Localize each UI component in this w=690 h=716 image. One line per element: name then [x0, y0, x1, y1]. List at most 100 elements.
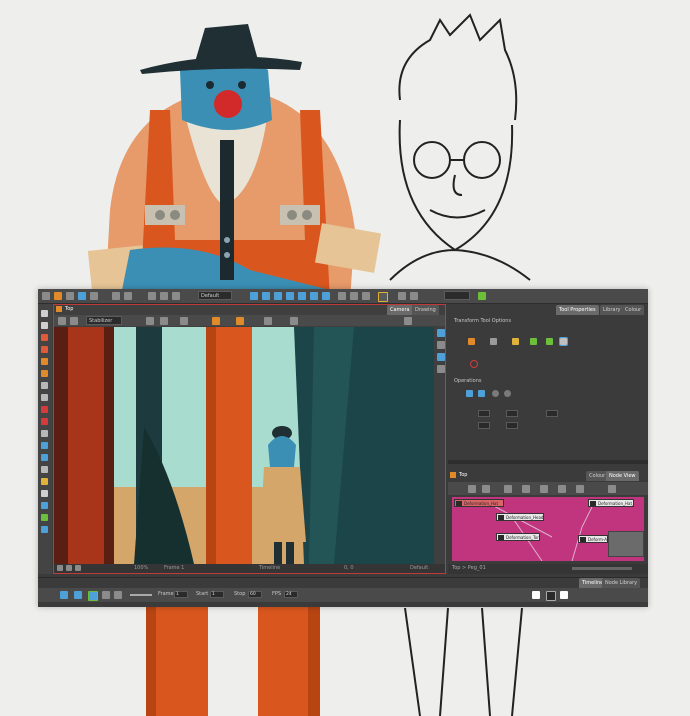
height-field[interactable] [506, 422, 518, 429]
y-field[interactable] [506, 410, 518, 417]
rig-tool-icon[interactable] [322, 292, 330, 300]
deform-tool-icon[interactable] [274, 292, 282, 300]
node-canvas[interactable]: Deformation_Hat Deformation_Head Deforma… [452, 497, 644, 561]
bone-tool-icon[interactable] [286, 292, 294, 300]
node-tool-icon-7[interactable] [576, 485, 584, 493]
node-tool-icon-2[interactable] [482, 485, 490, 493]
side-toggle-icon-2[interactable] [437, 353, 445, 361]
stop-icon[interactable] [470, 360, 478, 368]
stroke-tool-icon[interactable] [41, 466, 48, 473]
hand-tool-icon[interactable] [41, 514, 48, 521]
start-field[interactable]: 1 [210, 591, 224, 598]
curve-tool-icon[interactable] [298, 292, 306, 300]
node-tool-icon-1[interactable] [468, 485, 476, 493]
status-icon-2[interactable] [66, 565, 72, 571]
status-icon-3[interactable] [75, 565, 81, 571]
light-table-icon[interactable] [350, 292, 358, 300]
export-icon[interactable] [410, 292, 418, 300]
play-icon[interactable] [58, 317, 66, 325]
scale-icon[interactable] [512, 338, 519, 345]
node-deformation-torso[interactable]: Deformation_Torso [496, 533, 540, 541]
tab-node-view[interactable]: Node View [606, 471, 639, 481]
node-deform-arm[interactable]: Deform-Arm_L [578, 535, 608, 543]
import-icon[interactable] [90, 292, 98, 300]
rotate-icon[interactable] [530, 338, 537, 345]
grid-icon[interactable] [362, 292, 370, 300]
width-field[interactable] [478, 422, 490, 429]
side-toggle-icon-3[interactable] [437, 365, 445, 373]
grid-view-icon[interactable] [160, 317, 168, 325]
node-tool-icon-3[interactable] [504, 485, 512, 493]
transform-tool-icon[interactable] [262, 292, 270, 300]
workspace-dropdown[interactable] [444, 291, 470, 300]
node-navigator[interactable] [608, 531, 644, 557]
tab-camera[interactable]: Camera [387, 305, 413, 315]
play-button-icon[interactable] [60, 591, 68, 599]
keyframe-icon[interactable] [546, 591, 556, 601]
flip-v-icon[interactable] [478, 390, 485, 397]
pen-icon[interactable] [236, 317, 244, 325]
tab-node-library[interactable]: Node Library [602, 578, 641, 588]
node-deformation-hat[interactable]: Deformation_Hat [454, 499, 504, 507]
tab-library[interactable]: Library [600, 305, 624, 315]
volume-slider[interactable] [130, 594, 152, 596]
select-tool-icon[interactable] [41, 310, 48, 317]
render-icon[interactable] [378, 292, 388, 302]
line-tool-icon[interactable] [41, 418, 48, 425]
camera-icon[interactable] [264, 317, 272, 325]
last-frame-icon[interactable] [114, 591, 122, 599]
fps-field[interactable]: 24 [284, 591, 298, 598]
cut-icon[interactable] [148, 292, 156, 300]
new-icon[interactable] [42, 292, 50, 300]
scene-icon[interactable] [78, 292, 86, 300]
node-tool-icon-4[interactable] [522, 485, 530, 493]
cutter-tool-icon[interactable] [41, 382, 48, 389]
open-folder-icon[interactable] [54, 292, 62, 300]
lightbulb-icon[interactable] [212, 317, 220, 325]
onion-skin-toggle-icon[interactable] [532, 591, 540, 599]
ink-tool-icon[interactable] [41, 454, 48, 461]
eraser-tool-icon[interactable] [41, 358, 48, 365]
flip-h-icon[interactable] [466, 390, 473, 397]
home-icon[interactable] [56, 306, 62, 312]
node-deformation-hat-r[interactable]: Deformation_Hat_R [588, 499, 634, 507]
envelope-tool-icon[interactable] [310, 292, 318, 300]
expand-icon[interactable] [404, 317, 412, 325]
paint-tool-icon[interactable] [41, 442, 48, 449]
first-frame-icon[interactable] [102, 591, 110, 599]
loop-icon[interactable] [74, 591, 82, 599]
tab-tool-properties[interactable]: Tool Properties [556, 305, 599, 315]
peg-select-icon[interactable] [468, 338, 475, 345]
add-drawing-icon[interactable] [560, 591, 568, 599]
paste-icon[interactable] [172, 292, 180, 300]
crop-tool-icon[interactable] [41, 490, 48, 497]
x-field[interactable] [478, 410, 490, 417]
layout-dropdown[interactable]: Default [198, 291, 232, 300]
node-deformation-head[interactable]: Deformation_Head [496, 513, 544, 521]
node-zoom-slider[interactable] [572, 567, 632, 570]
copy-icon[interactable] [160, 292, 168, 300]
node-tool-icon-6[interactable] [558, 485, 566, 493]
preview-icon[interactable] [398, 292, 406, 300]
tab-drawing[interactable]: Drawing [412, 305, 439, 315]
node-tool-icon-5[interactable] [540, 485, 548, 493]
zoom-tool-icon[interactable] [41, 526, 48, 533]
node-home-icon[interactable] [450, 472, 456, 478]
select-tool-icon[interactable] [250, 292, 258, 300]
onion-skin-icon[interactable] [338, 292, 346, 300]
angle-field[interactable] [546, 410, 558, 417]
redo-icon[interactable] [124, 292, 132, 300]
mask-icon[interactable] [290, 317, 298, 325]
node-tool-icon-8[interactable] [608, 485, 616, 493]
contour-editor-icon[interactable] [41, 322, 48, 329]
dropper-tool-icon[interactable] [41, 502, 48, 509]
stop-field[interactable]: 60 [248, 591, 262, 598]
panel-splitter[interactable] [448, 460, 648, 464]
ellipse-tool-icon[interactable] [41, 406, 48, 413]
text-tool-icon[interactable] [41, 370, 48, 377]
rotate-ccw-icon[interactable] [492, 390, 499, 397]
polyline-tool-icon[interactable] [41, 430, 48, 437]
sound-icon[interactable] [88, 591, 98, 601]
stabilizer-dropdown[interactable]: Stabilizer Off [86, 316, 122, 333]
pencil-tool-icon[interactable] [41, 346, 48, 353]
